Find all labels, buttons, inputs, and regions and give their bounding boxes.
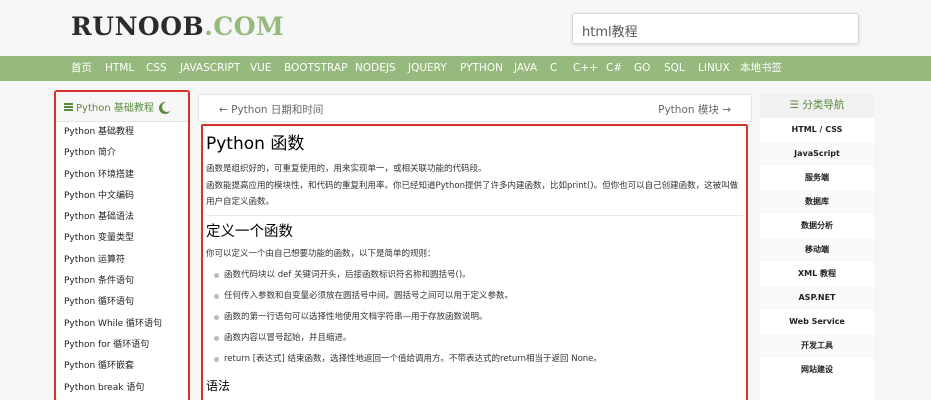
left-sidebar-header: Python 基础教程: [56, 92, 188, 122]
search-input[interactable]: html教程: [572, 13, 859, 44]
rules-list: 函数代码块以 def 关键词开头，后接函数标识符名称和圆括号()。 任何传入参数…: [206, 265, 743, 370]
sidebar-item[interactable]: Python 中文编码: [56, 186, 188, 207]
next-page-link[interactable]: Python 模块 →: [658, 102, 731, 117]
left-sidebar-title: Python 基础教程: [76, 103, 154, 114]
nav-item-java[interactable]: JAVA: [514, 56, 537, 81]
sidebar-item[interactable]: Python 循环语句: [56, 292, 188, 313]
article-intro-1: 函数是组织好的，可重复使用的，用来实现单一，或相关联功能的代码段。: [206, 164, 487, 174]
sidebar-item[interactable]: Python 简介: [56, 143, 188, 164]
arrow-right-icon: →: [718, 104, 731, 116]
nav-item-javascript[interactable]: JAVASCRIPT: [180, 56, 240, 81]
sidebar-item[interactable]: Python 基础语法: [56, 207, 188, 228]
category-link[interactable]: 数据库: [760, 190, 874, 214]
article-intro-2: 函数能提高应用的模块性，和代码的重复利用率。你已经知道Python提供了许多内建…: [206, 180, 739, 208]
list-icon: [64, 102, 73, 111]
list-item: 任何传入参数和自变量必须放在圆括号中间。圆括号之间可以用于定义参数。: [206, 286, 743, 307]
category-link[interactable]: XML 教程: [760, 262, 874, 286]
arrow-left-icon: ←: [219, 104, 232, 116]
left-sidebar: Python 基础教程 Python 基础教程 Python 简介 Python…: [54, 90, 190, 400]
list-item: 函数代码块以 def 关键词开头，后接函数标识符名称和圆括号()。: [206, 265, 743, 286]
main-nav: 首页 HTML CSS JAVASCRIPT VUE BOOTSTRAP NOD…: [0, 56, 931, 81]
sidebar-item[interactable]: Python 条件语句: [56, 271, 188, 292]
section-title-define: 定义一个函数: [206, 223, 293, 240]
section-title-syntax: 语法: [206, 379, 231, 393]
list-item: 函数的第一行语句可以选择性地使用文档字符串—用于存放函数说明。: [206, 307, 743, 328]
category-link[interactable]: 开发工具: [760, 334, 874, 358]
category-link[interactable]: Web Service: [760, 310, 874, 334]
nav-item-python[interactable]: PYTHON: [460, 56, 503, 81]
nav-item-c[interactable]: C: [550, 56, 557, 81]
nav-item-bookmarks[interactable]: 本地书签: [740, 56, 782, 81]
prev-page-label: Python 日期和时间: [231, 104, 324, 116]
category-link[interactable]: 服务端: [760, 166, 874, 190]
sidebar-item[interactable]: Python for 循环语句: [56, 335, 188, 356]
right-sidebar-title: 分类导航: [802, 99, 845, 111]
nav-item-nodejs[interactable]: NODEJS: [355, 56, 396, 81]
nav-item-vue[interactable]: VUE: [250, 56, 272, 81]
logo-suffix: .COM: [204, 12, 285, 41]
sidebar-item[interactable]: Python 变量类型: [56, 228, 188, 249]
sidebar-item[interactable]: Python break 语句: [56, 378, 188, 399]
nav-item-bootstrap[interactable]: BOOTSTRAP: [284, 56, 347, 81]
nav-item-linux[interactable]: LINUX: [698, 56, 730, 81]
category-link[interactable]: 网站建设: [760, 358, 874, 382]
category-link[interactable]: JavaScript: [760, 142, 874, 166]
pager: ← Python 日期和时间 Python 模块 →: [198, 94, 752, 122]
section-intro: 你可以定义一个由自己想要功能的函数，以下是简单的规则：: [206, 248, 436, 259]
nav-item-html[interactable]: HTML: [105, 56, 134, 81]
left-sidebar-list: Python 基础教程 Python 简介 Python 环境搭建 Python…: [56, 122, 188, 399]
list-item: 函数内容以冒号起始，并且缩进。: [206, 328, 743, 349]
sidebar-item[interactable]: Python 环境搭建: [56, 165, 188, 186]
category-link[interactable]: ASP.NET: [760, 286, 874, 310]
category-link[interactable]: 移动端: [760, 238, 874, 262]
list-item: return [表达式] 结束函数，选择性地返回一个值给调用方。不带表达式的re…: [206, 349, 743, 370]
nav-item-home[interactable]: 首页: [71, 56, 92, 81]
page-title: Python 函数: [206, 134, 305, 154]
nav-item-css[interactable]: CSS: [146, 56, 167, 81]
sidebar-item[interactable]: Python While 循环语句: [56, 314, 188, 335]
nav-item-go[interactable]: GO: [634, 56, 650, 81]
nav-item-jquery[interactable]: JQUERY: [408, 56, 447, 81]
nav-item-sql[interactable]: SQL: [664, 56, 685, 81]
sidebar-item[interactable]: Python 循环嵌套: [56, 356, 188, 377]
category-link[interactable]: HTML / CSS: [760, 118, 874, 142]
category-link[interactable]: 数据分析: [760, 214, 874, 238]
prev-page-link[interactable]: ← Python 日期和时间: [219, 102, 323, 117]
next-page-label: Python 模块: [658, 104, 719, 116]
divider: [206, 214, 743, 216]
moon-icon[interactable]: [162, 102, 172, 112]
article-content: Python 函数 函数是组织好的，可重复使用的，用来实现单一，或相关联功能的代…: [201, 124, 748, 400]
right-sidebar-header: ☰ 分类导航: [760, 94, 874, 118]
sidebar-item[interactable]: Python 运算符: [56, 250, 188, 271]
nav-item-csharp[interactable]: C#: [606, 56, 622, 81]
right-sidebar: ☰ 分类导航 HTML / CSS JavaScript 服务端 数据库 数据分…: [760, 94, 874, 400]
site-header: RUNOOB.COM html教程: [0, 0, 931, 56]
list-icon: ☰: [789, 99, 803, 111]
logo-main: RUNOOB: [71, 12, 205, 41]
site-logo[interactable]: RUNOOB.COM: [71, 12, 284, 42]
sidebar-item[interactable]: Python 基础教程: [56, 122, 188, 143]
nav-item-cpp[interactable]: C++: [573, 56, 598, 81]
